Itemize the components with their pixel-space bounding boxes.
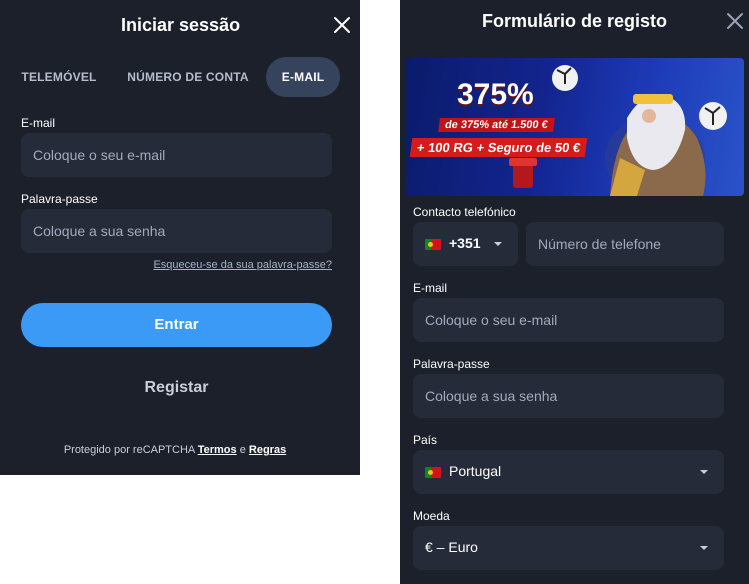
register-button[interactable]: Registar bbox=[21, 368, 332, 408]
promo-banner[interactable]: 375% de 375% até 1.500 € + 100 RG + Segu… bbox=[405, 58, 744, 196]
recaptcha-and: e bbox=[239, 444, 246, 456]
phone-label: Contacto telefónico bbox=[413, 205, 516, 219]
chevron-down-icon bbox=[700, 546, 708, 550]
chevron-down-icon bbox=[494, 242, 502, 246]
recaptcha-notice: Protegido por reCAPTCHA Termos e Regras bbox=[0, 444, 350, 456]
phone-input[interactable]: Número de telefone bbox=[526, 222, 724, 266]
country-value: Portugal bbox=[449, 463, 502, 479]
login-title: Iniciar sessão bbox=[121, 15, 241, 35]
email-label: E-mail bbox=[21, 116, 56, 130]
tab-numero-de-conta[interactable]: NÚMERO DE CONTA bbox=[120, 57, 256, 97]
login-panel: Iniciar sessão TELEMÓVEL NÚMERO DE CONTA… bbox=[0, 0, 360, 475]
portugal-flag-icon bbox=[425, 239, 441, 250]
tab-email[interactable]: E-MAIL bbox=[266, 57, 340, 97]
currency-label: Moeda bbox=[413, 509, 450, 523]
login-tabs: TELEMÓVEL NÚMERO DE CONTA E-MAIL bbox=[10, 57, 350, 97]
email-input[interactable]: Coloque o seu e-mail bbox=[413, 298, 724, 342]
password-input[interactable]: Coloque a sua senha bbox=[21, 209, 332, 253]
promo-line-2: + 100 RG + Seguro de 50 € bbox=[409, 138, 588, 157]
forgot-password-link[interactable]: Esqueceu-se da sua palavra-passe? bbox=[153, 259, 332, 271]
currency-select[interactable]: € – Euro bbox=[413, 526, 724, 570]
login-button[interactable]: Entrar bbox=[21, 303, 332, 347]
country-label: País bbox=[413, 433, 438, 447]
rules-link[interactable]: Regras bbox=[249, 444, 286, 456]
register-panel: Formulário de registo 375% de 375% até 1… bbox=[400, 0, 749, 584]
password-label: Palavra-passe bbox=[21, 192, 98, 206]
recaptcha-text: Protegido por reCAPTCHA bbox=[63, 444, 195, 456]
country-select[interactable]: Portugal bbox=[413, 450, 724, 494]
email-label: E-mail bbox=[413, 281, 448, 295]
country-code: +351 bbox=[449, 235, 481, 251]
promo-headline: 375% bbox=[457, 78, 534, 111]
close-icon[interactable] bbox=[726, 12, 744, 30]
currency-value: € – Euro bbox=[425, 539, 478, 555]
password-label: Palavra-passe bbox=[413, 357, 490, 371]
email-input[interactable]: Coloque o seu e-mail bbox=[21, 133, 332, 177]
register-title: Formulário de registo bbox=[482, 11, 668, 31]
promo-line-1: de 375% até 1.500 € bbox=[438, 118, 555, 132]
close-icon[interactable] bbox=[333, 16, 351, 34]
terms-link[interactable]: Termos bbox=[198, 444, 237, 456]
password-input[interactable]: Coloque a sua senha bbox=[413, 374, 724, 418]
tab-telemovel[interactable]: TELEMÓVEL bbox=[14, 57, 104, 97]
chevron-down-icon bbox=[700, 470, 708, 474]
country-code-select[interactable]: +351 bbox=[413, 222, 518, 266]
portugal-flag-icon bbox=[425, 467, 441, 478]
